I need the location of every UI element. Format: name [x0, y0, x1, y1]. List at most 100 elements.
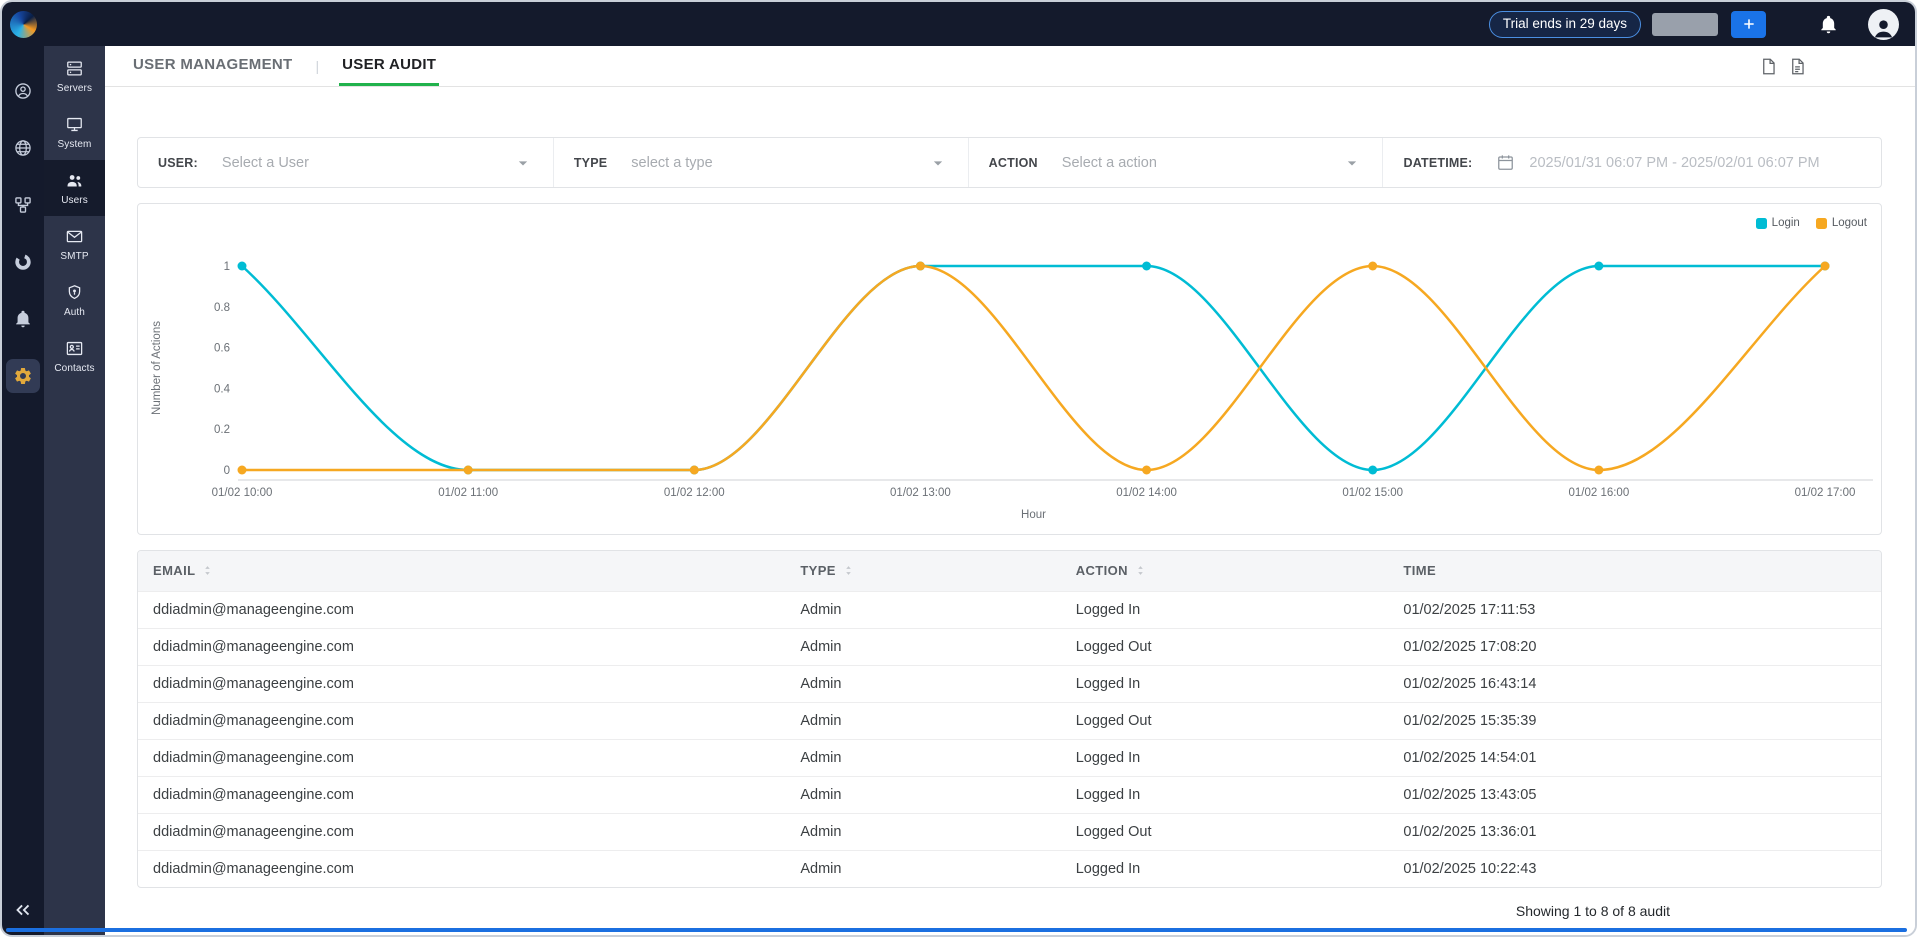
legend-label: Logout: [1832, 217, 1867, 229]
globe-icon: [13, 138, 33, 158]
column-header-email[interactable]: EMAIL: [138, 551, 800, 591]
svg-text:01/02 14:00: 01/02 14:00: [1116, 487, 1177, 499]
rail-item-settings[interactable]: [6, 359, 40, 393]
svg-text:0.4: 0.4: [214, 383, 231, 395]
svg-text:01/02 13:00: 01/02 13:00: [890, 487, 951, 499]
svg-text:01/02 11:00: 01/02 11:00: [438, 487, 498, 499]
tab-user-management[interactable]: USER MANAGEMENT: [130, 46, 296, 86]
legend-swatch: [1756, 218, 1767, 229]
table-row: ddiadmin@manageengine.comAdminLogged In0…: [138, 776, 1881, 813]
cell-email: ddiadmin@manageengine.com: [138, 591, 800, 628]
cell-email: ddiadmin@manageengine.com: [138, 813, 800, 850]
export-csv-icon[interactable]: [1788, 57, 1807, 76]
action-filter-select[interactable]: ACTION Select a action: [968, 138, 1383, 187]
cell-type: Admin: [800, 850, 1075, 887]
chevron-down-icon: [928, 153, 948, 173]
cell-email: ddiadmin@manageengine.com: [138, 776, 800, 813]
users-icon: [65, 171, 84, 190]
sort-icon: [201, 564, 214, 577]
datetime-range-picker[interactable]: DATETIME: 2025/01/31 06:07 PM - 2025/02/…: [1382, 138, 1881, 187]
column-label: TYPE: [800, 563, 836, 578]
table-row: ddiadmin@manageengine.comAdminLogged In0…: [138, 665, 1881, 702]
svg-text:01/02 17:00: 01/02 17:00: [1795, 487, 1856, 499]
sidebar-item-label: SMTP: [60, 251, 88, 262]
trial-banner[interactable]: Trial ends in 29 days: [1489, 11, 1641, 38]
user-circle-icon: [13, 81, 33, 101]
legend-label: Login: [1772, 217, 1800, 229]
sidebar: Servers System Users SMTP Auth Contacts: [44, 46, 105, 935]
type-filter-select[interactable]: TYPE select a type: [553, 138, 968, 187]
type-filter-label: TYPE: [574, 156, 607, 170]
rail-item-topology[interactable]: [6, 188, 40, 222]
sidebar-item-smtp[interactable]: SMTP: [44, 216, 105, 272]
cell-time: 01/02/2025 17:11:53: [1403, 591, 1881, 628]
legend-item-login[interactable]: Login: [1756, 217, 1800, 229]
column-header-type[interactable]: TYPE: [800, 551, 1075, 591]
user-filter-label: USER:: [158, 156, 198, 170]
export-pdf-icon[interactable]: [1759, 57, 1778, 76]
svg-text:01/02 15:00: 01/02 15:00: [1342, 487, 1403, 499]
user-filter-select[interactable]: USER: Select a User: [138, 138, 553, 187]
contacts-icon: [65, 339, 84, 358]
sidebar-item-label: Contacts: [54, 363, 94, 374]
cell-type: Admin: [800, 628, 1075, 665]
tabbar: USER MANAGEMENT | USER AUDIT: [105, 46, 1915, 87]
svg-text:0.8: 0.8: [214, 302, 230, 314]
tabs: USER MANAGEMENT | USER AUDIT: [130, 46, 439, 86]
auth-icon: [65, 283, 84, 302]
rail-item-network[interactable]: [6, 131, 40, 165]
bell-icon[interactable]: [1818, 14, 1839, 35]
tab-divider: |: [316, 46, 320, 86]
tab-user-audit[interactable]: USER AUDIT: [339, 46, 439, 86]
svg-text:Number of Actions: Number of Actions: [151, 321, 163, 415]
svg-text:1: 1: [224, 261, 230, 273]
brand-logo-icon[interactable]: [10, 11, 37, 38]
type-filter-placeholder: select a type: [631, 155, 712, 171]
main-panel: USER MANAGEMENT | USER AUDIT USER: Select …: [105, 46, 1915, 935]
gear-icon: [13, 366, 33, 386]
cell-time: 01/02/2025 17:08:20: [1403, 628, 1881, 665]
svg-text:0: 0: [224, 465, 230, 477]
cell-type: Admin: [800, 702, 1075, 739]
action-filter-placeholder: Select a action: [1062, 155, 1157, 171]
avatar[interactable]: [1868, 9, 1899, 40]
cell-email: ddiadmin@manageengine.com: [138, 628, 800, 665]
collapse-icon[interactable]: [12, 899, 34, 921]
sidebar-item-users[interactable]: Users: [44, 160, 105, 216]
cell-action: Logged In: [1076, 591, 1404, 628]
rail-item-reports[interactable]: [6, 245, 40, 279]
horizontal-scrollbar[interactable]: [6, 928, 1907, 932]
audit-table: EMAILTYPE ACTIONTIME ddiadmin@manageengin…: [138, 551, 1881, 887]
cell-action: Logged Out: [1076, 702, 1404, 739]
sidebar-item-auth[interactable]: Auth: [44, 272, 105, 328]
legend-item-logout[interactable]: Logout: [1816, 217, 1867, 229]
body-row: Servers System Users SMTP Auth Contacts USER …: [2, 46, 1915, 935]
cell-type: Admin: [800, 813, 1075, 850]
smtp-icon: [65, 227, 84, 246]
sidebar-item-contacts[interactable]: Contacts: [44, 328, 105, 384]
sidebar-item-label: Users: [61, 195, 88, 206]
cell-type: Admin: [800, 776, 1075, 813]
column-header-time: TIME: [1403, 551, 1881, 591]
sidebar-item-servers[interactable]: Servers: [44, 48, 105, 104]
avatar-icon: [1871, 15, 1896, 40]
content: USER: Select a User TYPE select a type A…: [105, 87, 1915, 935]
bell-icon: [13, 309, 33, 329]
table-row: ddiadmin@manageengine.comAdminLogged Out…: [138, 702, 1881, 739]
cell-email: ddiadmin@manageengine.com: [138, 702, 800, 739]
cell-action: Logged In: [1076, 665, 1404, 702]
cell-type: Admin: [800, 665, 1075, 702]
svg-text:01/02 12:00: 01/02 12:00: [664, 487, 725, 499]
plus-icon: [1741, 16, 1757, 32]
column-header-action[interactable]: ACTION: [1076, 551, 1404, 591]
svg-text:01/02 16:00: 01/02 16:00: [1568, 487, 1629, 499]
sidebar-item-label: Servers: [57, 83, 92, 94]
sidebar-item-system[interactable]: System: [44, 104, 105, 160]
cell-type: Admin: [800, 739, 1075, 776]
masked-chip: [1652, 13, 1718, 36]
donut-icon: [13, 252, 33, 272]
cell-email: ddiadmin@manageengine.com: [138, 665, 800, 702]
rail-item-alerts[interactable]: [6, 302, 40, 336]
rail-item-account[interactable]: [6, 74, 40, 108]
add-button[interactable]: [1731, 11, 1766, 38]
